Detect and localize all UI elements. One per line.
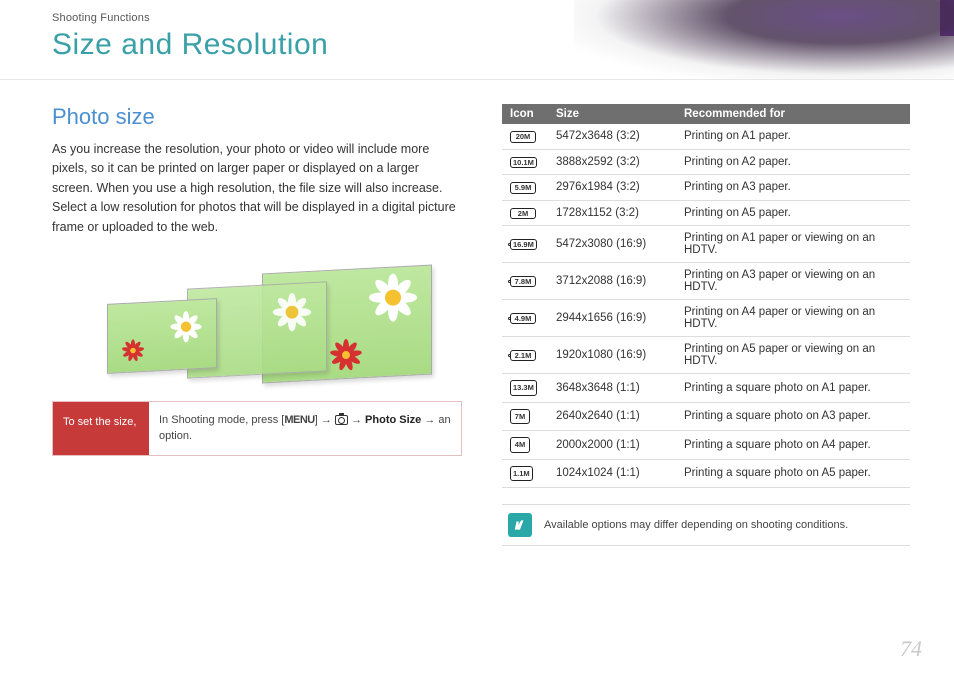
megapixel-icon: 2.1M: [510, 350, 536, 362]
cell-recommended: Printing a square photo on A3 paper.: [676, 402, 910, 431]
cell-recommended: Printing on A1 paper or viewing on an HD…: [676, 226, 910, 263]
table-row: 4.9M 2944x1656 (16:9)Printing on A4 paper…: [502, 300, 910, 337]
table-row: 2.1M 1920x1080 (16:9)Printing on A5 paper…: [502, 337, 910, 374]
instruction-box: To set the size, In Shooting mode, press…: [52, 401, 462, 456]
th-rec: Recommended for: [676, 104, 910, 124]
table-row: 5.9M 2976x1984 (3:2)Printing on A3 paper.: [502, 175, 910, 201]
size-table: Icon Size Recommended for 20M 5472x3648 (…: [502, 104, 910, 488]
content: Photo size As you increase the resolutio…: [0, 80, 954, 546]
cell-size: 5472x3080 (16:9): [548, 226, 676, 263]
accent-tab: [940, 0, 954, 36]
table-row: 13.3M 3648x3648 (1:1)Printing a square ph…: [502, 374, 910, 403]
table-row: 10.1M 3888x2592 (3:2)Printing on A2 paper…: [502, 149, 910, 175]
cell-recommended: Printing on A5 paper.: [676, 200, 910, 226]
section-heading: Photo size: [52, 104, 462, 130]
cell-icon: 13.3M: [502, 374, 548, 403]
cell-recommended: Printing on A1 paper.: [676, 124, 910, 149]
cell-recommended: Printing on A3 paper.: [676, 175, 910, 201]
cell-size: 1024x1024 (1:1): [548, 459, 676, 488]
cell-icon: 2M: [502, 200, 548, 226]
photo-size-illustration: [92, 253, 422, 383]
cell-recommended: Printing on A2 paper.: [676, 149, 910, 175]
page-title: Size and Resolution: [52, 28, 954, 62]
megapixel-icon: 13.3M: [510, 380, 537, 396]
instruction-mid: ] →: [315, 414, 335, 426]
camera-icon: [335, 415, 348, 425]
cell-icon: 5.9M: [502, 175, 548, 201]
cell-recommended: Printing on A4 paper or viewing on an HD…: [676, 300, 910, 337]
cell-size: 2640x2640 (1:1): [548, 402, 676, 431]
page-header: Shooting Functions Size and Resolution: [0, 0, 954, 80]
megapixel-icon: 5.9M: [510, 182, 536, 194]
megapixel-icon: 2M: [510, 208, 536, 220]
cell-icon: 1.1M: [502, 459, 548, 488]
right-column: Icon Size Recommended for 20M 5472x3648 (…: [502, 104, 910, 546]
cell-size: 1728x1152 (3:2): [548, 200, 676, 226]
table-row: 2M 1728x1152 (3:2)Printing on A5 paper.: [502, 200, 910, 226]
cell-icon: 4M: [502, 431, 548, 460]
cell-recommended: Printing a square photo on A5 paper.: [676, 459, 910, 488]
cell-size: 2976x1984 (3:2): [548, 175, 676, 201]
table-row: 7M 2640x2640 (1:1)Printing a square photo…: [502, 402, 910, 431]
cell-recommended: Printing on A5 paper or viewing on an HD…: [676, 337, 910, 374]
megapixel-icon: 16.9M: [510, 239, 537, 251]
cell-icon: 7M: [502, 402, 548, 431]
cell-size: 5472x3648 (3:2): [548, 124, 676, 149]
cell-size: 1920x1080 (16:9): [548, 337, 676, 374]
megapixel-icon: 4.9M: [510, 313, 536, 325]
table-row: 1.1M 1024x1024 (1:1)Printing a square pho…: [502, 459, 910, 488]
instruction-value: In Shooting mode, press [MENU] → → Photo…: [149, 402, 461, 455]
note-box: Available options may differ depending o…: [502, 504, 910, 546]
instruction-label: To set the size,: [53, 402, 149, 455]
cell-icon: 7.8M: [502, 263, 548, 300]
cell-recommended: Printing on A3 paper or viewing on an HD…: [676, 263, 910, 300]
cell-size: 2944x1656 (16:9): [548, 300, 676, 337]
cell-icon: 4.9M: [502, 300, 548, 337]
table-header-row: Icon Size Recommended for: [502, 104, 910, 124]
table-row: 4M 2000x2000 (1:1)Printing a square photo…: [502, 431, 910, 460]
cell-icon: 16.9M: [502, 226, 548, 263]
megapixel-icon: 7M: [510, 409, 530, 425]
cell-size: 3712x2088 (16:9): [548, 263, 676, 300]
breadcrumb: Shooting Functions: [52, 12, 954, 24]
th-icon: Icon: [502, 104, 548, 124]
cell-size: 3648x3648 (1:1): [548, 374, 676, 403]
table-row: 16.9M 5472x3080 (16:9)Printing on A1 pape…: [502, 226, 910, 263]
megapixel-icon: 10.1M: [510, 157, 537, 169]
table-row: 20M 5472x3648 (3:2)Printing on A1 paper.: [502, 124, 910, 149]
note-text: Available options may differ depending o…: [544, 519, 848, 531]
menu-glyph: MENU: [284, 414, 314, 426]
instruction-bold: Photo Size: [365, 414, 421, 426]
left-column: Photo size As you increase the resolutio…: [52, 104, 462, 546]
instruction-prefix: In Shooting mode, press [: [159, 414, 284, 426]
cell-recommended: Printing a square photo on A1 paper.: [676, 374, 910, 403]
page-number: 74: [900, 636, 922, 662]
note-icon: [508, 513, 532, 537]
cell-size: 2000x2000 (1:1): [548, 431, 676, 460]
th-size: Size: [548, 104, 676, 124]
cell-recommended: Printing a square photo on A4 paper.: [676, 431, 910, 460]
instruction-arrow2: →: [348, 414, 365, 426]
section-body: As you increase the resolution, your pho…: [52, 140, 462, 237]
cell-icon: 2.1M: [502, 337, 548, 374]
cell-size: 3888x2592 (3:2): [548, 149, 676, 175]
megapixel-icon: 7.8M: [510, 276, 536, 288]
table-row: 7.8M 3712x2088 (16:9)Printing on A3 paper…: [502, 263, 910, 300]
megapixel-icon: 1.1M: [510, 466, 533, 482]
cell-icon: 20M: [502, 124, 548, 149]
megapixel-icon: 4M: [510, 437, 530, 453]
cell-icon: 10.1M: [502, 149, 548, 175]
megapixel-icon: 20M: [510, 131, 536, 143]
